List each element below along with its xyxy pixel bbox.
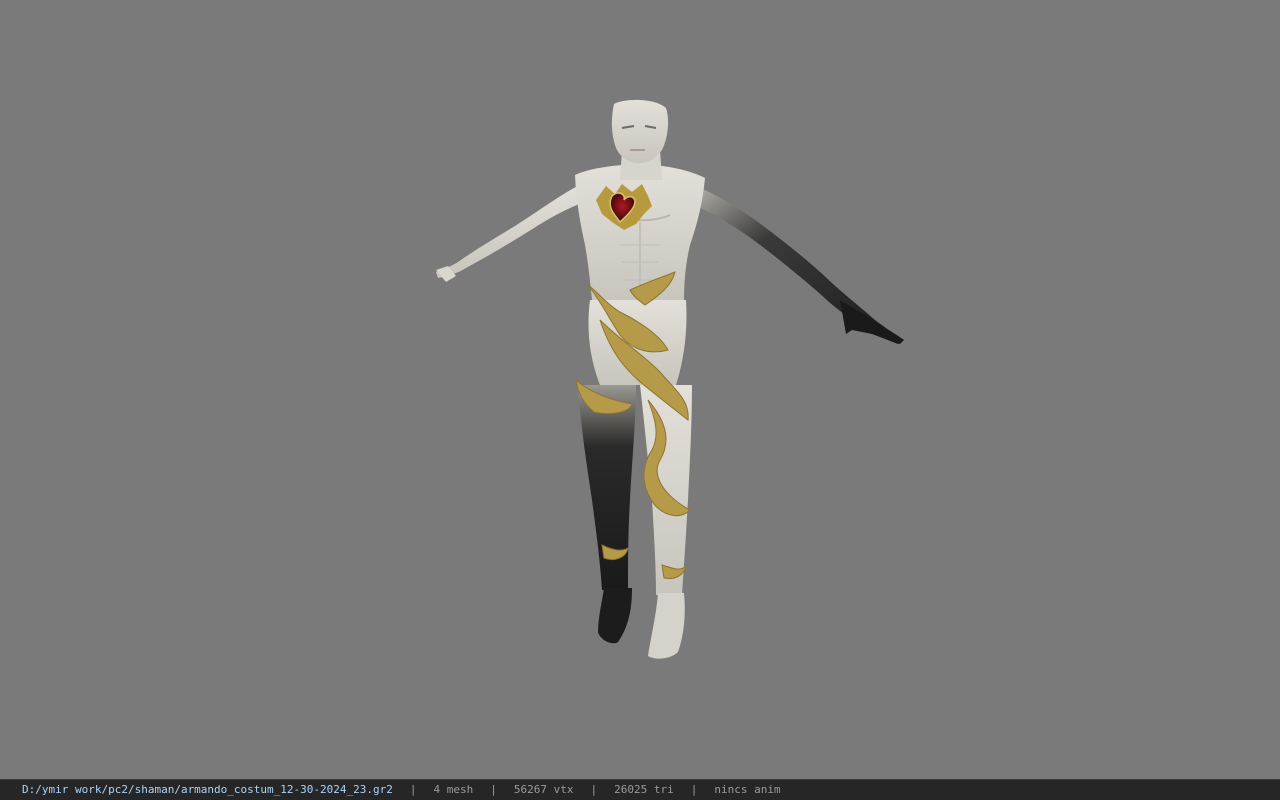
torso <box>575 164 705 300</box>
vertex-count: 56267 vtx <box>513 783 574 796</box>
separator: | <box>490 783 497 796</box>
separator: | <box>409 783 417 796</box>
anim-status: nincs anim <box>714 783 781 796</box>
left-arm <box>436 183 590 282</box>
left-leg <box>578 385 636 644</box>
status-bar: D:/ymir work/pc2/shaman/armando_costum_1… <box>0 779 1280 800</box>
character-model[interactable] <box>0 0 1280 779</box>
separator: | <box>690 783 698 796</box>
right-arm <box>688 183 904 344</box>
right-leg <box>640 385 692 659</box>
separator: | <box>590 783 598 796</box>
triangle-count: 26025 tri <box>614 783 674 796</box>
mesh-count: 4 mesh <box>433 783 474 796</box>
3d-viewport[interactable] <box>0 0 1280 779</box>
file-path: D:/ymir work/pc2/shaman/armando_costum_1… <box>22 783 393 796</box>
